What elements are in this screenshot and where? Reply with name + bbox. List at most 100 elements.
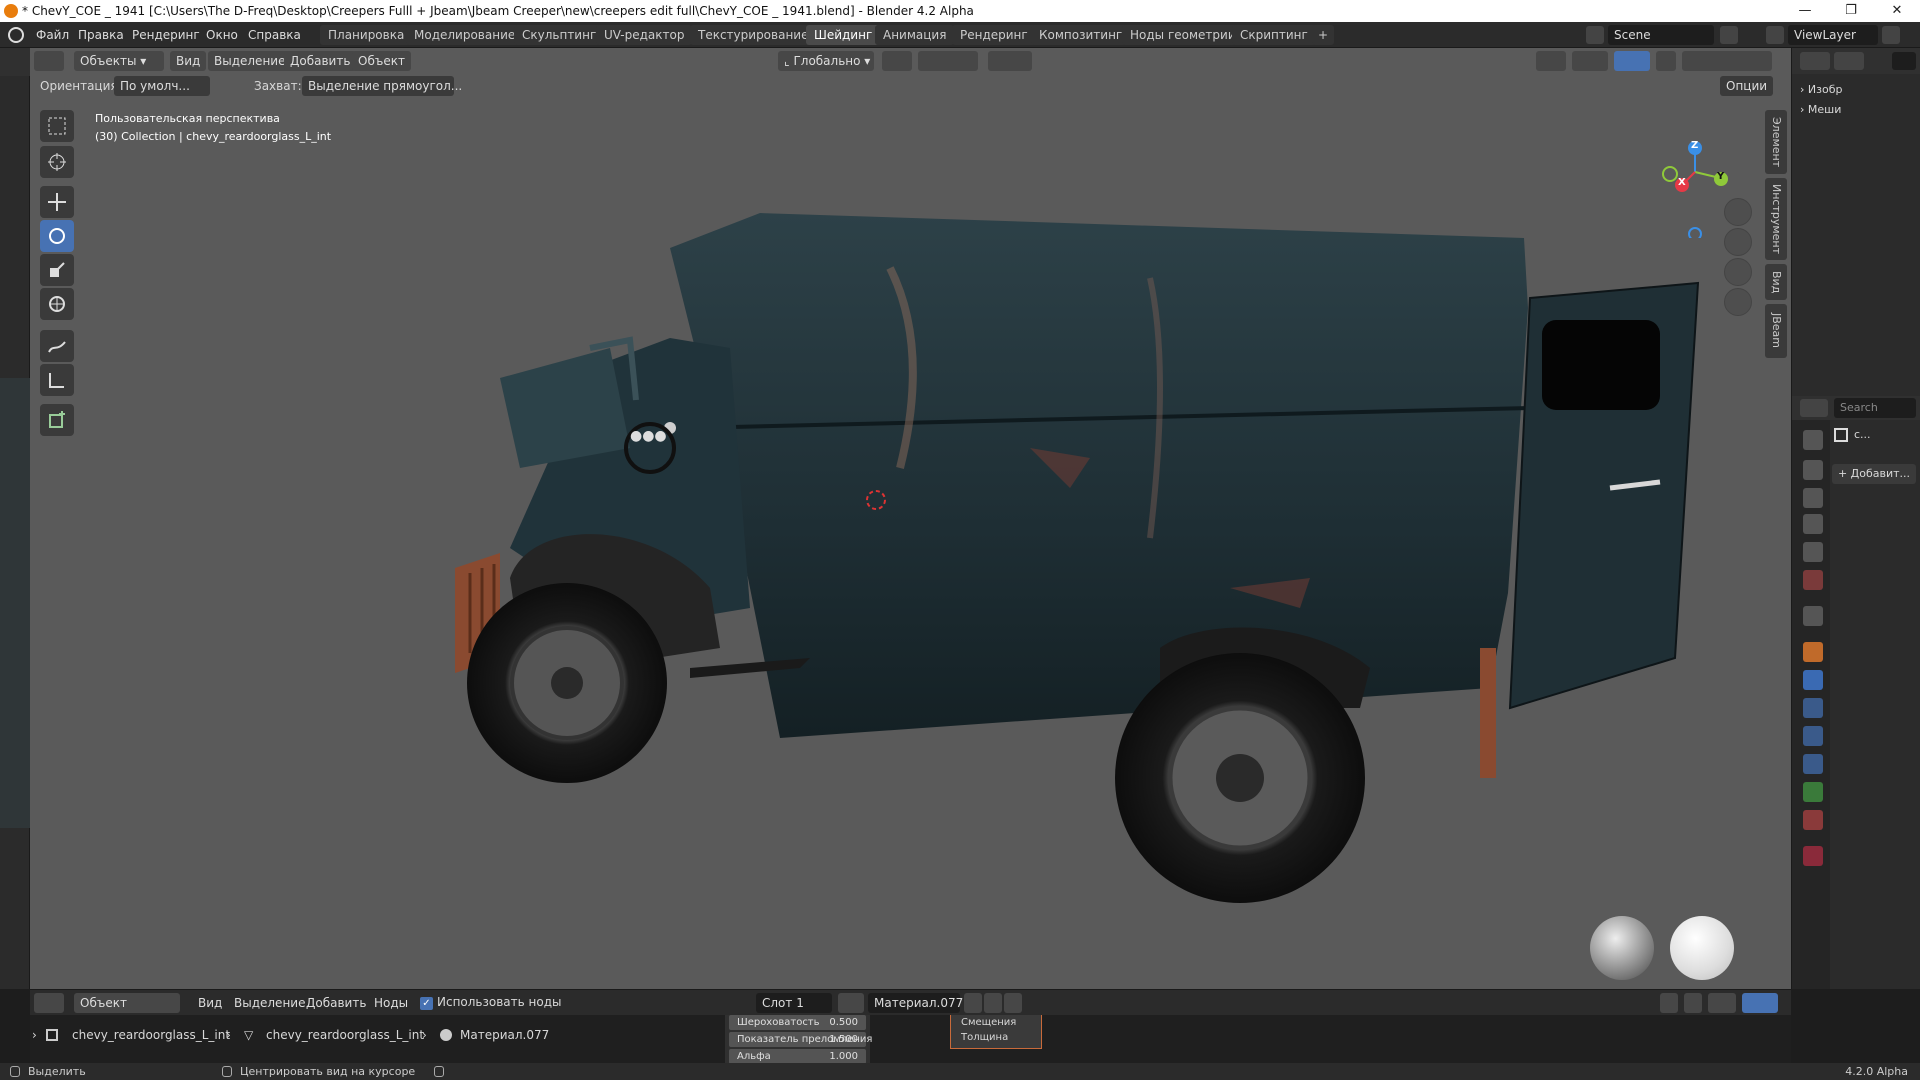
ior-field[interactable]: 1.500 Показатель преломления — [729, 1032, 872, 1047]
menu-render[interactable]: Рендеринг — [126, 26, 206, 44]
hdri-chrome-sphere — [1590, 916, 1654, 980]
modifier-tab-icon[interactable] — [1803, 670, 1823, 690]
roughness-field[interactable]: 0.500 Шероховатость — [729, 1015, 866, 1030]
snapping-icon[interactable] — [1684, 993, 1702, 1013]
breadcrumb-expand-icon[interactable]: › — [32, 1025, 37, 1045]
object-name-short: c... — [1854, 428, 1871, 441]
particles-tab-icon[interactable] — [1803, 698, 1823, 718]
svg-text:●●●: ●●● — [630, 428, 667, 444]
constraints-tab-icon[interactable] — [1803, 754, 1823, 774]
zoom-icon[interactable] — [1724, 198, 1752, 226]
tab-animation[interactable]: Анимация — [875, 25, 955, 45]
node-editor-type-button[interactable] — [34, 993, 64, 1013]
scene-icon[interactable] — [1586, 26, 1604, 44]
minimize-button[interactable]: — — [1782, 0, 1828, 22]
editor-type-icon[interactable] — [0, 48, 30, 76]
add-workspace-button[interactable]: + — [1312, 25, 1335, 45]
menu-file[interactable]: Файл — [30, 26, 75, 44]
tab-sculpting[interactable]: Скульптинг — [514, 25, 605, 45]
view-layer-selector[interactable]: ViewLayer — [1788, 25, 1878, 45]
tab-texture-paint[interactable]: Текстурирование — [690, 25, 817, 45]
material-icon — [440, 1029, 452, 1041]
close-button[interactable]: ✕ — [1874, 0, 1920, 22]
view-layer-icon[interactable] — [1766, 26, 1784, 44]
data-tab-icon[interactable] — [1803, 782, 1823, 802]
tab-layout[interactable]: Планировка — [320, 25, 413, 45]
node-menu-node[interactable]: Ноды — [368, 993, 414, 1013]
displacement-socket[interactable]: Смещения — [951, 1015, 1041, 1030]
render-tab-icon[interactable] — [1803, 460, 1823, 480]
node-snap-dropdown[interactable] — [1708, 993, 1736, 1013]
tab-shading[interactable]: Шейдинг — [806, 25, 881, 45]
menu-edit[interactable]: Правка — [72, 26, 130, 44]
tab-compositing[interactable]: Композитинг — [1031, 25, 1131, 45]
outliner-item-images[interactable]: › Изобр — [1800, 80, 1842, 100]
alpha-field[interactable]: 1.000 Альфа — [729, 1049, 866, 1064]
world-tab-icon[interactable] — [1803, 570, 1823, 590]
grid-perspective-icon[interactable] — [1724, 288, 1752, 316]
material-tab-icon[interactable] — [1803, 810, 1823, 830]
physics-tab-icon[interactable] — [1803, 726, 1823, 746]
hand-pan-icon[interactable] — [1724, 228, 1752, 256]
new-scene-icon[interactable] — [1720, 26, 1738, 44]
duplicate-material-icon[interactable] — [984, 993, 1002, 1013]
material-output-node[interactable]: Смещения Толщина — [950, 1015, 1042, 1049]
view-layer-tab-icon[interactable] — [1803, 514, 1823, 534]
material-name-field[interactable]: Материал.077 — [868, 993, 963, 1013]
blender-menu-icon[interactable] — [8, 27, 24, 43]
node-view-icon[interactable] — [1660, 993, 1678, 1013]
material-browse-icon[interactable] — [838, 993, 864, 1013]
search-icon[interactable] — [1892, 52, 1916, 70]
tool-tab-icon[interactable] — [1803, 430, 1823, 450]
add-modifier-button[interactable]: + Добавит... — [1832, 464, 1916, 484]
node-menu-view[interactable]: Вид — [192, 993, 228, 1013]
node-object-mode-dropdown[interactable]: Объект — [74, 993, 180, 1013]
tab-tool[interactable]: Инструмент — [1765, 178, 1787, 260]
filter-icon[interactable] — [1834, 52, 1864, 70]
tab-item[interactable]: Элемент — [1765, 110, 1787, 174]
node-overlays-toggle[interactable] — [1742, 993, 1778, 1013]
outliner-item-meshes[interactable]: › Меши — [1800, 100, 1842, 120]
truck-model-render[interactable]: ●●● — [30, 48, 1791, 989]
texture-tab-icon[interactable] — [1803, 846, 1823, 866]
use-nodes-checkbox[interactable]: ✓ — [420, 997, 433, 1010]
tab-uv-editing[interactable]: UV-редактор — [596, 25, 693, 45]
ior-value: 1.500 — [829, 1034, 858, 1045]
tab-jbeam[interactable]: JBeam — [1765, 304, 1787, 358]
tab-modeling[interactable]: Моделирование — [406, 25, 524, 45]
alpha-label: Альфа — [737, 1051, 771, 1062]
properties-search-input[interactable]: Search — [1834, 398, 1916, 418]
breadcrumb-mesh[interactable]: chevy_reardoorglass_L_int — [266, 1025, 424, 1045]
pin-icon[interactable] — [1030, 993, 1048, 1013]
tab-view[interactable]: Вид — [1765, 264, 1787, 300]
principled-bsdf-node[interactable]: 0.500 Шероховатость 1.500 Показатель прело… — [725, 1015, 872, 1064]
breadcrumb-separator-icon: › — [226, 1028, 231, 1042]
thickness-socket[interactable]: Толщина — [951, 1030, 1041, 1045]
3d-viewport[interactable]: Объекты ▾ Вид Выделение Добавить Объект … — [30, 48, 1791, 989]
menu-window[interactable]: Окно — [200, 26, 244, 44]
maximize-button[interactable]: ❐ — [1828, 0, 1874, 22]
node-menu-select[interactable]: Выделение — [228, 993, 311, 1013]
object-tab-icon[interactable] — [1803, 642, 1823, 662]
tab-scripting[interactable]: Скриптинг — [1232, 25, 1316, 45]
breadcrumb-material[interactable]: Материал.077 — [460, 1025, 549, 1045]
camera-icon[interactable] — [1724, 258, 1752, 286]
node-menu-add[interactable]: Добавить — [300, 993, 372, 1013]
scene-tab-icon[interactable] — [1803, 542, 1823, 562]
new-view-layer-icon[interactable] — [1882, 26, 1900, 44]
node-editor-canvas[interactable]: 0.500 Шероховатость 1.500 Показатель прело… — [30, 1015, 1791, 1064]
collection-tab-icon[interactable] — [1803, 606, 1823, 626]
tab-rendering[interactable]: Рендеринг — [952, 25, 1036, 45]
blender-logo-icon — [4, 4, 18, 18]
scene-selector[interactable]: Scene — [1608, 25, 1714, 45]
output-tab-icon[interactable] — [1803, 488, 1823, 508]
properties-editor-icon[interactable] — [1800, 399, 1828, 417]
outliner-editor-icon[interactable] — [1800, 52, 1830, 70]
object-icon — [46, 1029, 58, 1041]
tab-geometry-nodes[interactable]: Ноды геометрии — [1122, 25, 1244, 45]
unlink-material-icon[interactable] — [1004, 993, 1022, 1013]
fake-user-icon[interactable] — [964, 993, 982, 1013]
menu-help[interactable]: Справка — [242, 26, 307, 44]
material-slot-dropdown[interactable]: Слот 1 — [756, 993, 832, 1013]
breadcrumb-object[interactable]: chevy_reardoorglass_L_int — [72, 1025, 230, 1045]
